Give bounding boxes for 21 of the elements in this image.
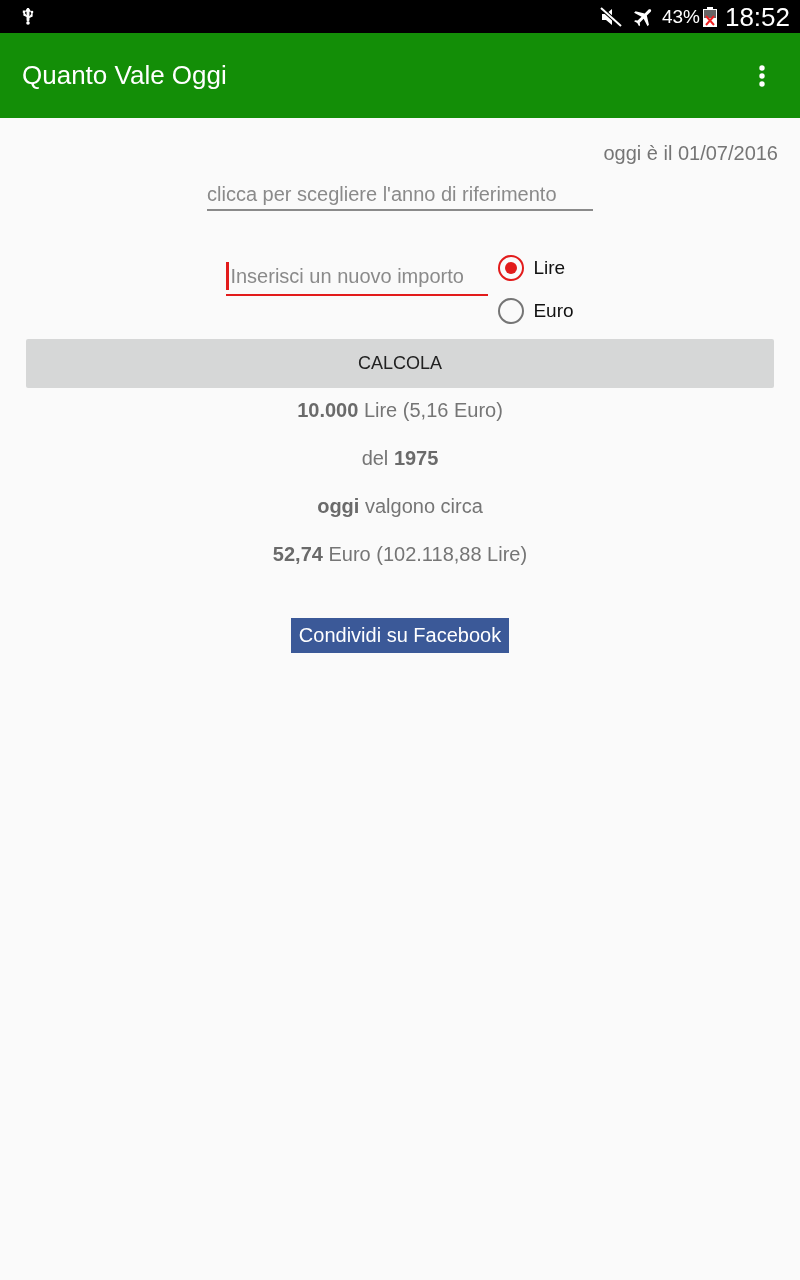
currency-radio[interactable]: Euro — [498, 298, 574, 324]
radio-icon[interactable] — [498, 298, 525, 324]
battery-icon — [702, 6, 717, 27]
radio-icon[interactable] — [498, 255, 525, 281]
clock: 18:52 — [724, 1, 790, 32]
calculate-button[interactable]: CALCOLA — [26, 339, 774, 388]
text-cursor-icon — [226, 262, 230, 290]
usb-icon — [22, 8, 34, 25]
currency-radio[interactable]: Lire — [498, 255, 574, 281]
result-text: 52,74 Euro (102.118,88 Lire) — [272, 542, 528, 566]
amount-field[interactable]: Inserisci un nuovo importo — [226, 260, 489, 296]
battery-percent: 43% — [661, 5, 700, 28]
year-field[interactable]: clicca per scegliere l'anno di riferimento — [207, 179, 593, 211]
result-text: del 1975 — [361, 446, 439, 470]
more-options-icon[interactable] — [759, 64, 765, 87]
app-title: Quanto Vale Oggi — [22, 60, 227, 91]
mute-icon — [599, 6, 622, 27]
result-text: 10.000 Lire (5,16 Euro) — [297, 398, 503, 422]
today-date: oggi è il 01/07/2016 — [603, 142, 778, 165]
share-facebook-button[interactable]: Condividi su Facebook — [290, 618, 510, 653]
result-text: oggi valgono circa — [317, 494, 483, 518]
